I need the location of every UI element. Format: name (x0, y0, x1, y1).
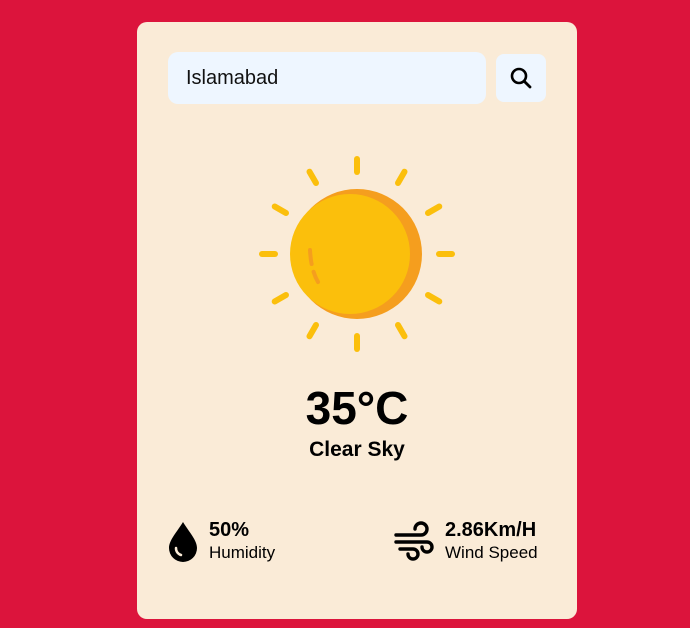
search-button[interactable] (496, 54, 546, 102)
weather-condition: Clear Sky (309, 438, 405, 461)
wind-speed-value: 2.86Km/H (445, 519, 537, 541)
humidity-value: 50% (209, 519, 250, 541)
wind-stat: 2.86Km/H Wind Speed (393, 518, 538, 564)
water-drop-icon (169, 522, 197, 562)
temperature-value: 35°C (305, 382, 409, 434)
wind-icon (394, 521, 434, 561)
search-icon (510, 67, 532, 89)
humidity-label: Humidity (209, 543, 276, 562)
humidity-stat: 50% Humidity (167, 518, 275, 564)
sun-icon (259, 156, 455, 352)
wind-speed-label: Wind Speed (445, 543, 538, 562)
weather-card: 35°C Clear Sky 50% Humidity 2.86Km/H (137, 22, 577, 619)
city-search-input[interactable] (168, 52, 486, 104)
